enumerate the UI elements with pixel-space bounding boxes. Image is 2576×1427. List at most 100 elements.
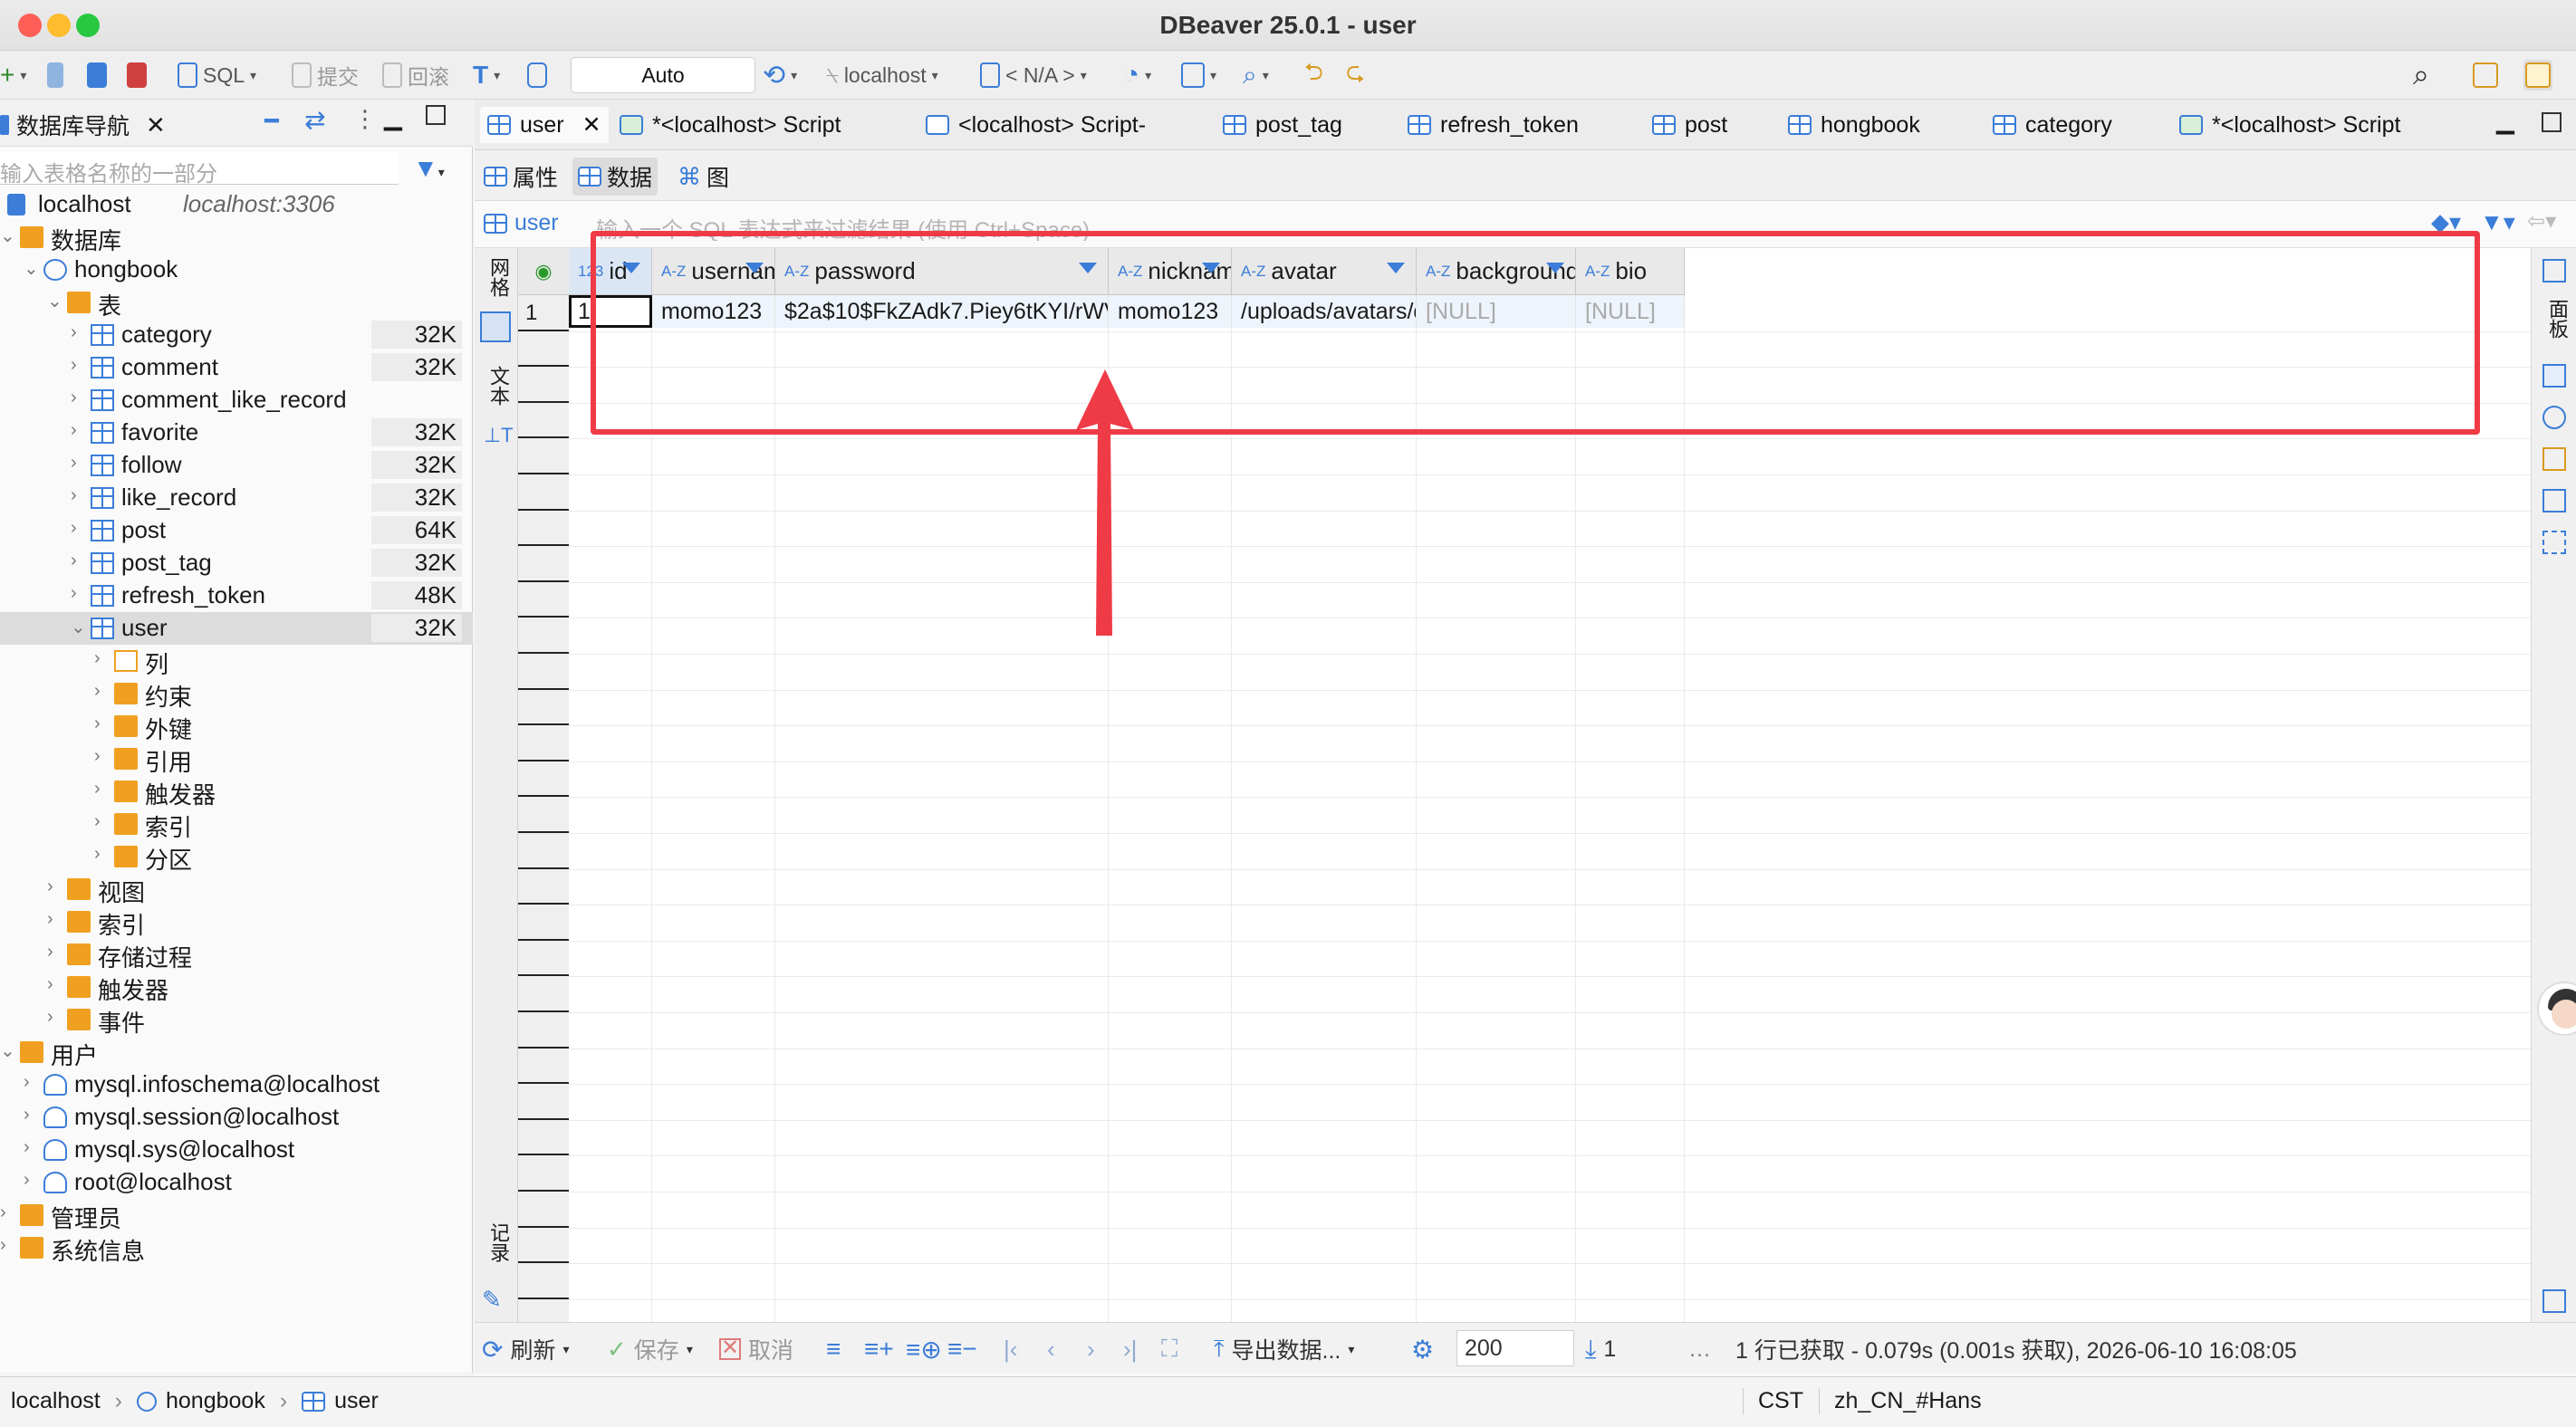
chevron-right-icon[interactable]: › <box>0 1202 6 1223</box>
back-icon[interactable]: ⮌ <box>1304 58 1323 91</box>
tree-db-folder[interactable]: › 触发器 <box>0 971 473 1004</box>
close-icon[interactable]: ✕ <box>582 111 601 139</box>
tree-db-folder[interactable]: › 存储过程 <box>0 938 473 972</box>
grid-mode-button[interactable]: 网格 <box>484 257 513 297</box>
tree-db-folder[interactable]: › 索引 <box>0 905 473 939</box>
connect-icon[interactable] <box>47 60 63 91</box>
row-number[interactable] <box>518 1155 569 1192</box>
row-number[interactable] <box>518 1084 569 1120</box>
row-number[interactable] <box>518 761 569 798</box>
chevron-right-icon[interactable]: › <box>71 551 77 571</box>
tree-table-favorite[interactable]: › favorite 32K <box>0 417 473 449</box>
last-page-icon[interactable]: ›| <box>1123 1334 1137 1365</box>
editor-tab[interactable]: *<localhost> Script <box>620 107 841 143</box>
row-number[interactable] <box>518 941 569 977</box>
tools-icon[interactable]: ▾ <box>1181 60 1216 91</box>
cancel-button[interactable]: ✕ 取消 <box>719 1334 793 1365</box>
chevron-right-icon[interactable]: › <box>24 1072 30 1093</box>
global-search-icon[interactable]: ⌕ <box>2413 58 2429 91</box>
chevron-right-icon[interactable]: › <box>0 1235 6 1256</box>
row-number[interactable] <box>518 546 569 582</box>
chevron-right-icon[interactable]: › <box>24 1170 30 1191</box>
minimize-editor-icon[interactable]: ▁ <box>2496 107 2514 135</box>
row-number[interactable]: 1 <box>518 295 569 331</box>
chevron-right-icon[interactable]: › <box>71 485 77 506</box>
dashboard-icon[interactable]: ◔ ▾ <box>1123 60 1151 91</box>
rollback-button[interactable]: 回滚 <box>382 60 449 91</box>
chevron-right-icon[interactable]: › <box>71 388 77 408</box>
disconnect-icon[interactable] <box>127 60 147 91</box>
tree-table-comment_like_record[interactable]: › comment_like_record <box>0 384 473 417</box>
editor-tab[interactable]: refresh_token <box>1408 107 1579 143</box>
assistant-avatar[interactable] <box>2537 982 2576 1036</box>
row-number[interactable] <box>518 474 569 511</box>
row-number[interactable] <box>518 833 569 869</box>
row-number[interactable] <box>518 511 569 547</box>
tree-user-item[interactable]: › mysql.sys@localhost <box>0 1134 473 1166</box>
maximize-panel-icon[interactable] <box>426 105 446 125</box>
edit-row-icon[interactable]: ≡ <box>826 1334 841 1365</box>
row-number[interactable] <box>518 1012 569 1049</box>
row-number[interactable] <box>518 403 569 439</box>
tree-users[interactable]: ⌄ 用户 <box>0 1036 473 1069</box>
row-number[interactable] <box>518 1263 569 1299</box>
tree-table-user[interactable]: ⌄ user 32K <box>0 612 473 645</box>
tree-tables[interactable]: ⌄ 表 <box>0 286 473 320</box>
chevron-right-icon[interactable]: › <box>47 942 53 963</box>
calendar-icon[interactable] <box>2542 364 2566 388</box>
tree-db-folder[interactable]: › 事件 <box>0 1003 473 1037</box>
chevron-right-icon[interactable]: › <box>71 583 77 604</box>
tree-databases[interactable]: ⌄ 数据库 <box>0 221 473 254</box>
editor-tab[interactable]: <localhost> Script- <box>926 107 1146 143</box>
tree-table-post[interactable]: › post 64K <box>0 514 473 547</box>
tree-user-child[interactable]: › 列 <box>0 645 473 678</box>
row-number[interactable] <box>518 725 569 761</box>
row-number[interactable] <box>518 1049 569 1085</box>
chevron-right-icon[interactable]: › <box>24 1137 30 1158</box>
copy-row-icon[interactable]: ≡⊕ <box>906 1334 942 1365</box>
tree-user-item[interactable]: › mysql.session@localhost <box>0 1101 473 1134</box>
editor-tab[interactable]: post_tag <box>1223 107 1342 143</box>
select-all-icon[interactable]: ◉ <box>518 248 569 295</box>
text-mode-button[interactable]: 文本 <box>484 366 513 406</box>
filter-icon[interactable]: ▼▾ <box>413 154 445 183</box>
link-editor-icon[interactable]: ⇄ <box>304 105 325 135</box>
tree-table-comment[interactable]: › comment 32K <box>0 351 473 384</box>
chevron-right-icon[interactable]: › <box>94 844 101 865</box>
text-icon[interactable]: ⊥T <box>484 424 514 447</box>
chevron-down-icon[interactable]: ⌄ <box>0 225 15 247</box>
chevron-right-icon[interactable]: › <box>47 974 53 995</box>
row-number[interactable] <box>518 582 569 618</box>
chevron-right-icon[interactable]: › <box>94 811 101 832</box>
chevron-right-icon[interactable]: › <box>94 681 101 702</box>
layout-icon[interactable] <box>2542 1289 2566 1313</box>
export-data-button[interactable]: ⤒ 导出数据... ▾ <box>1214 1334 1354 1365</box>
sql-editor-button[interactable]: SQL ▾ <box>178 60 256 91</box>
chevron-right-icon[interactable]: › <box>47 876 53 897</box>
save-button[interactable]: ✓ 保存 ▾ <box>607 1334 693 1365</box>
schema-selector[interactable]: < N/A > ▾ <box>980 60 1087 91</box>
chevron-down-icon[interactable]: ⌄ <box>71 616 86 638</box>
tree-table-category[interactable]: › category 32K <box>0 319 473 351</box>
add-row-icon[interactable]: ≡+ <box>864 1334 894 1365</box>
new-connection-button[interactable]: + ▾ <box>0 60 26 91</box>
chevron-right-icon[interactable]: › <box>71 453 77 474</box>
fetch-size-input[interactable]: 200 <box>1456 1330 1574 1366</box>
search-icon[interactable]: ⌕ ▾ <box>1243 60 1269 91</box>
tree-table-post_tag[interactable]: › post_tag 32K <box>0 547 473 579</box>
breadcrumb-connection[interactable]: localhost <box>11 1388 101 1414</box>
tab-data[interactable]: 数据 <box>572 158 658 196</box>
record-icon[interactable]: ✎ <box>482 1286 502 1314</box>
panels-label[interactable]: 面板 <box>2542 299 2571 339</box>
tree-connection[interactable]: localhost localhost:3306 <box>0 188 473 221</box>
tree-table-refresh_token[interactable]: › refresh_token 48K <box>0 579 473 612</box>
tree-user-child[interactable]: › 分区 <box>0 840 473 874</box>
tab-properties[interactable]: 属性 <box>478 158 563 196</box>
editor-tab[interactable]: user ✕ <box>480 107 609 143</box>
tree-table-follow[interactable]: › follow 32K <box>0 449 473 482</box>
close-icon[interactable]: ✕ <box>146 111 166 139</box>
row-number[interactable] <box>518 618 569 654</box>
filter-history-icon[interactable]: ⇦▾ <box>2527 208 2556 235</box>
more-icon[interactable]: … <box>1688 1334 1711 1365</box>
minimize-panel-icon[interactable]: ▁ <box>384 103 402 131</box>
